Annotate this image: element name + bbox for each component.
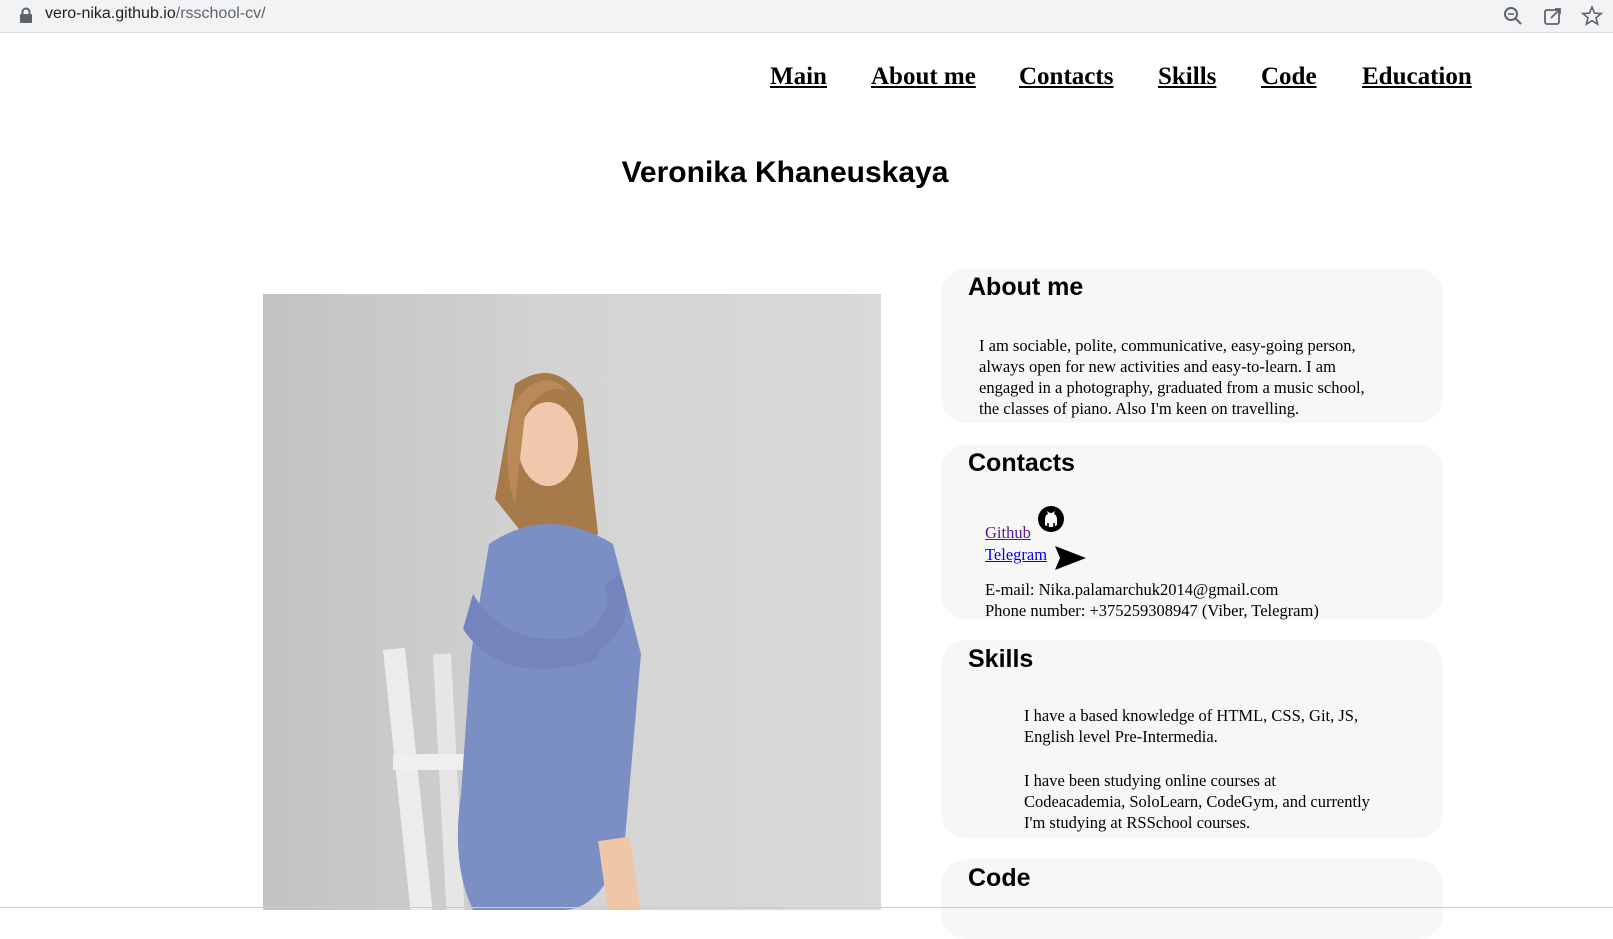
email-text: E-mail: Nika.palamarchuk2014@gmail.com (985, 580, 1279, 599)
about-text: I am sociable, polite, communicative, ea… (979, 335, 1365, 419)
skills-line: I have a based knowledge of HTML, CSS, G… (1024, 706, 1359, 725)
divider (0, 907, 1613, 908)
nav-education-link[interactable]: Education (1362, 63, 1472, 91)
skills-line: I'm studying at RSSchool courses. (1024, 813, 1251, 832)
url-host: vero-nika.github.io (45, 5, 176, 22)
nav-about-link[interactable]: About me (871, 63, 976, 91)
skills-line: English level Pre-Intermedia. (1024, 727, 1218, 746)
browser-address-bar[interactable]: vero-nika.github.io/rsschool-cv/ (0, 0, 1613, 33)
skills-text-2: I have been studying online courses at C… (1024, 770, 1370, 833)
telegram-link[interactable]: Telegram (985, 545, 1047, 565)
nav-contacts-link[interactable]: Contacts (1019, 63, 1113, 91)
code-card: Code (941, 859, 1443, 939)
skills-card: Skills I have a based knowledge of HTML,… (941, 640, 1443, 838)
skills-text-1: I have a based knowledge of HTML, CSS, G… (1024, 705, 1358, 747)
github-link[interactable]: Github (985, 523, 1031, 543)
nav-code-link[interactable]: Code (1261, 63, 1317, 91)
main-nav: Main About me Contacts Skills Code Educa… (0, 63, 1613, 103)
zoom-icon[interactable] (1502, 5, 1524, 27)
url-text[interactable]: vero-nika.github.io/rsschool-cv/ (45, 5, 266, 23)
about-line: always open for new activities and easy-… (979, 357, 1336, 376)
about-line: I am sociable, polite, communicative, ea… (979, 336, 1356, 355)
star-icon[interactable] (1580, 4, 1604, 27)
phone-text: Phone number: +375259308947 (Viber, Tele… (985, 601, 1319, 620)
url-path: /rsschool-cv/ (175, 5, 266, 22)
nav-main-link[interactable]: Main (770, 63, 827, 91)
telegram-icon[interactable] (1053, 544, 1087, 572)
nav-skills-link[interactable]: Skills (1158, 63, 1216, 91)
profile-photo (263, 294, 881, 910)
lock-icon (19, 7, 33, 23)
about-card: About me I am sociable, polite, communic… (941, 269, 1443, 423)
share-icon[interactable] (1542, 5, 1564, 27)
about-line: engaged in a photography, graduated from… (979, 378, 1365, 397)
about-line: the classes of piano. Also I'm keen on t… (979, 399, 1300, 418)
page-title: Veronika Khaneuskaya (621, 156, 949, 189)
about-heading: About me (968, 273, 1084, 301)
contacts-heading: Contacts (968, 449, 1075, 477)
github-icon[interactable] (1037, 505, 1065, 533)
skills-line: Codeacademia, SoloLearn, CodeGym, and cu… (1024, 792, 1370, 811)
code-heading: Code (968, 864, 1031, 892)
skills-heading: Skills (968, 645, 1034, 673)
contacts-card: Contacts Github Telegram E-mail: Nika.pa… (941, 445, 1443, 620)
skills-line: I have been studying online courses at (1024, 771, 1277, 790)
